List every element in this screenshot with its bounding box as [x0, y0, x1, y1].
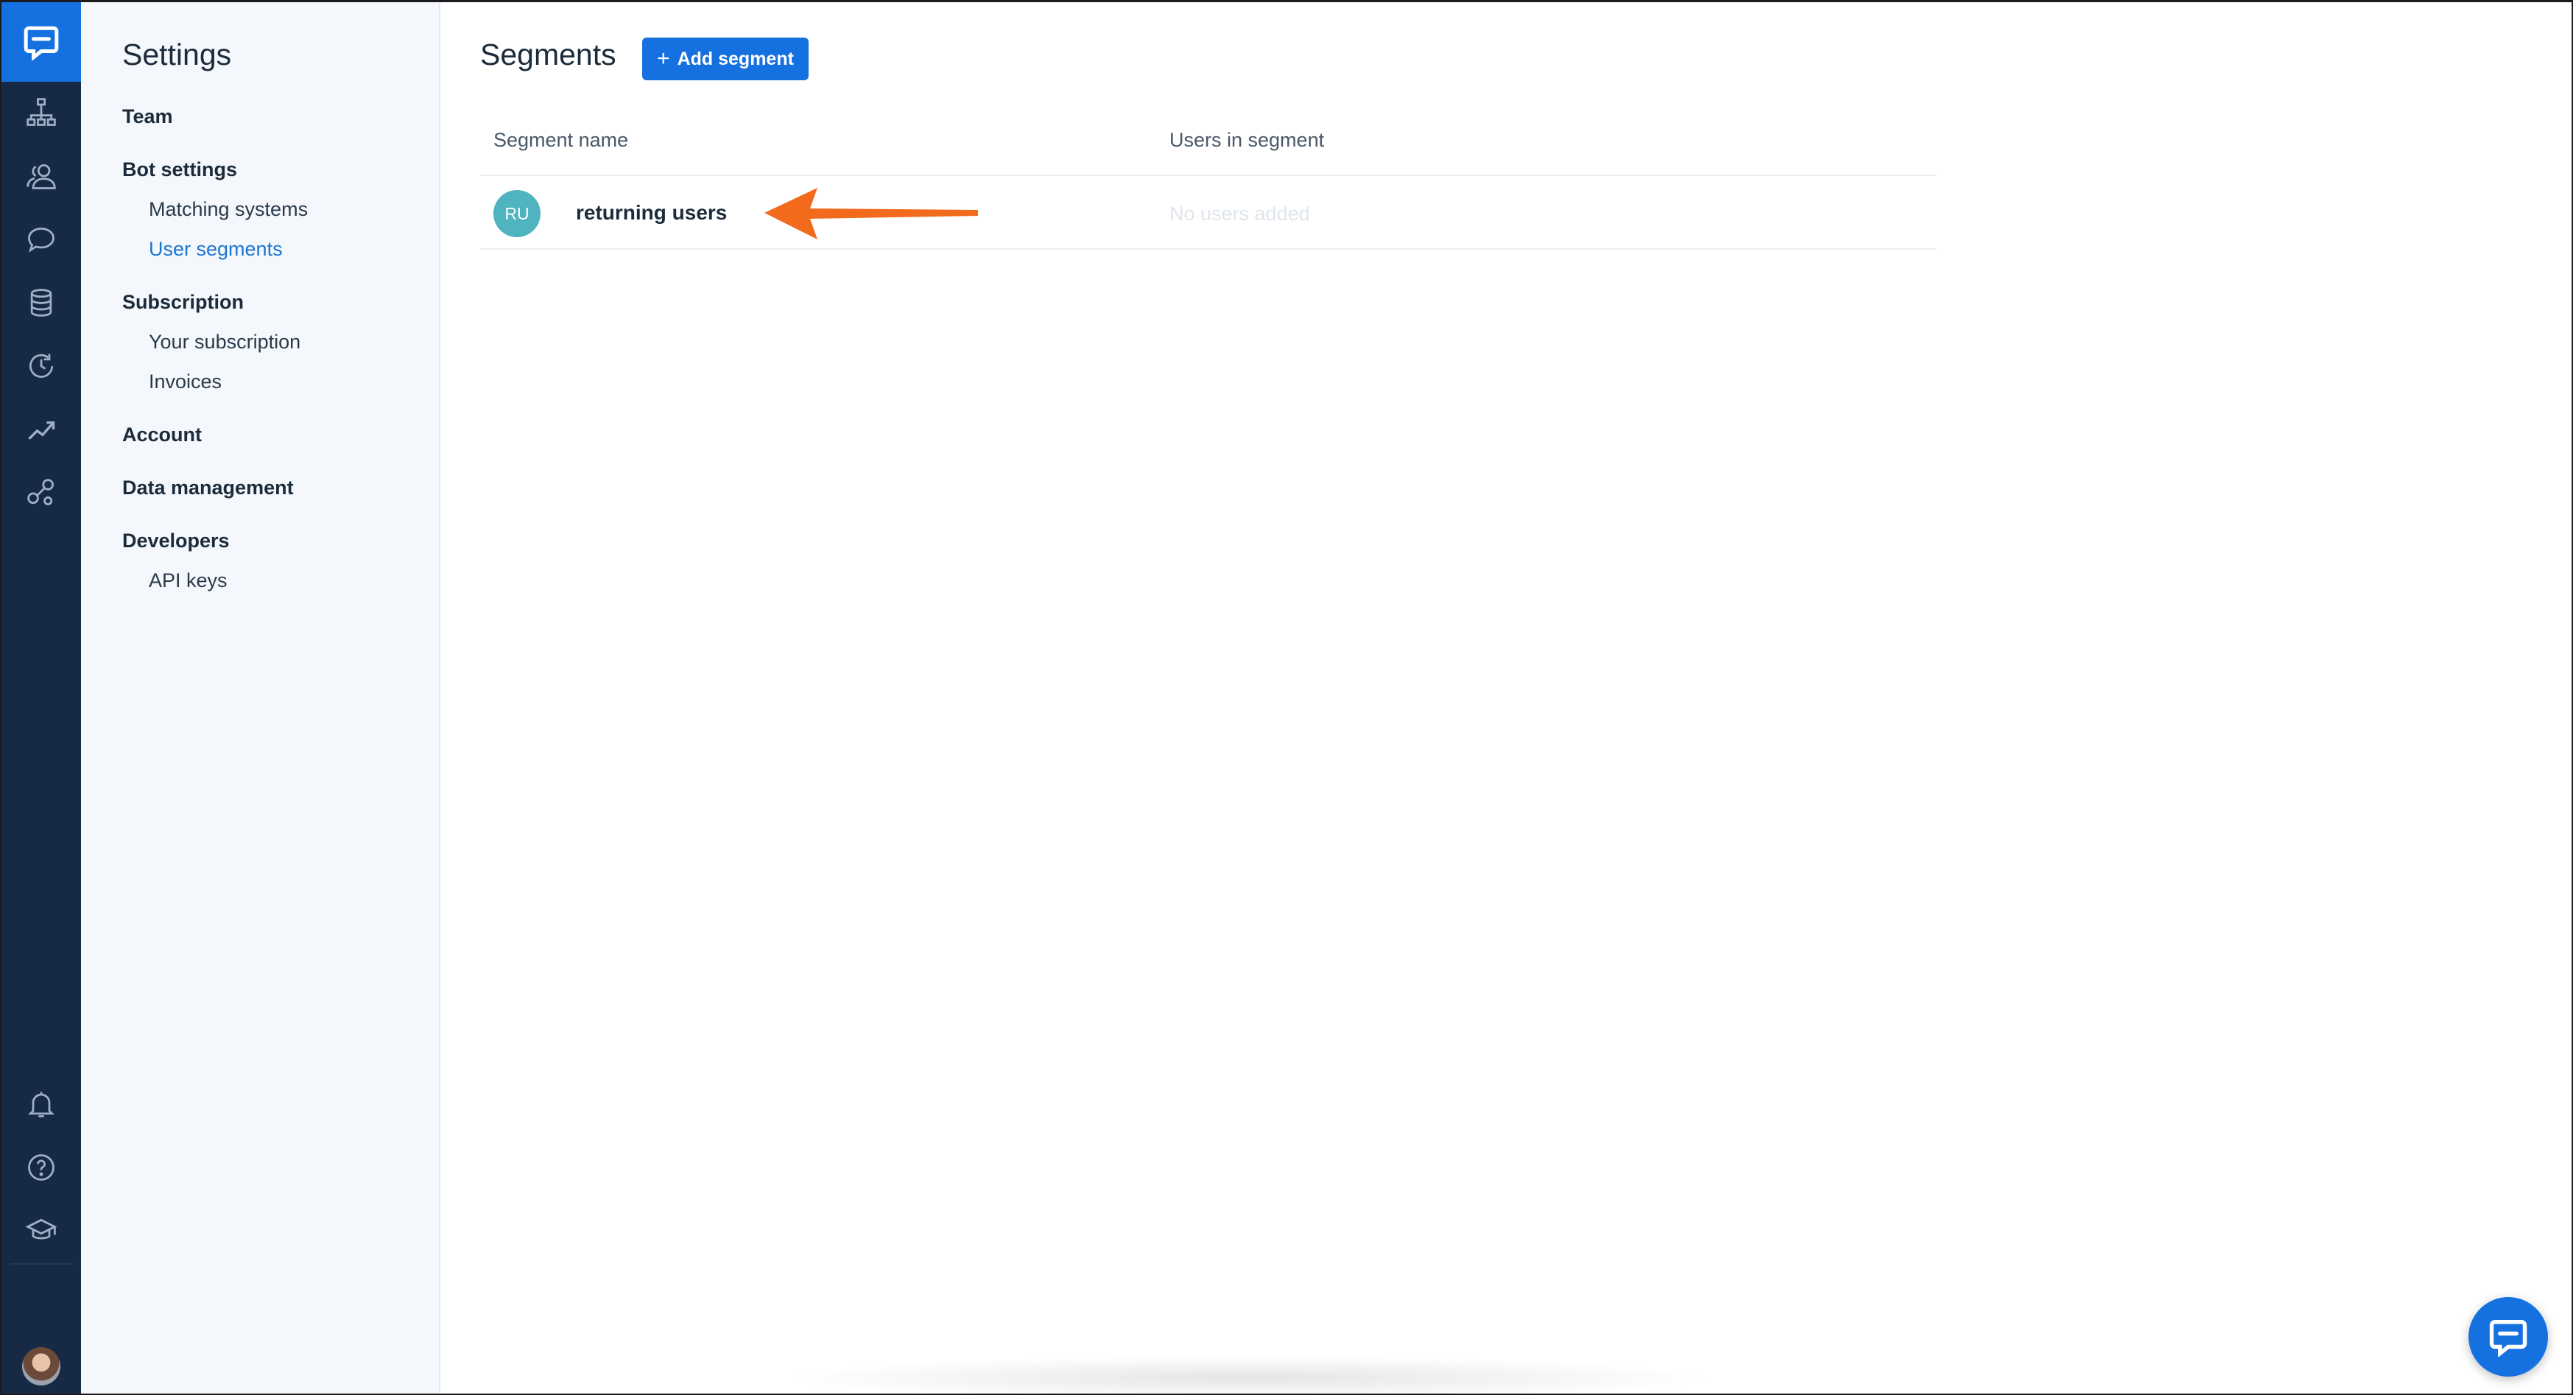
- chat-widget-button[interactable]: [2468, 1297, 2548, 1377]
- settings-title: Settings: [122, 38, 232, 71]
- table-row-divider: [480, 248, 1937, 250]
- main-content: Segments + Add segment Segment name User…: [439, 2, 2572, 1394]
- column-header-segment-name: Segment name: [493, 129, 629, 151]
- help-icon[interactable]: [24, 1150, 59, 1185]
- chat-logo-icon[interactable]: [1, 2, 81, 82]
- page-title: Segments: [480, 38, 616, 71]
- nav-matching-systems[interactable]: Matching systems: [149, 198, 308, 221]
- segment-name[interactable]: returning users: [576, 201, 727, 225]
- nav-data-management[interactable]: Data management: [122, 477, 294, 499]
- nav-subscription[interactable]: Subscription: [122, 291, 244, 314]
- nav-api-keys[interactable]: API keys: [149, 569, 228, 592]
- icon-rail: [1, 2, 81, 1394]
- chat-bubble-icon[interactable]: [24, 222, 59, 257]
- trend-icon[interactable]: [24, 412, 59, 447]
- nav-your-subscription[interactable]: Your subscription: [149, 331, 300, 354]
- add-segment-label: Add segment: [677, 48, 794, 69]
- plus-icon: +: [657, 46, 670, 71]
- org-chart-icon[interactable]: [24, 95, 59, 130]
- user-avatar[interactable]: [22, 1347, 60, 1385]
- column-header-users-in-segment: Users in segment: [1169, 129, 1325, 151]
- rail-divider: [10, 1263, 72, 1265]
- nav-account[interactable]: Account: [122, 424, 202, 446]
- database-icon[interactable]: [24, 285, 59, 320]
- history-icon[interactable]: [24, 348, 59, 384]
- add-segment-button[interactable]: + Add segment: [642, 38, 809, 80]
- segment-avatar: RU: [493, 190, 541, 237]
- chat-icon: [2489, 1320, 2527, 1357]
- bell-icon[interactable]: [24, 1086, 59, 1122]
- table-header-divider: [480, 175, 1937, 176]
- nav-developers[interactable]: Developers: [122, 530, 230, 552]
- users-icon[interactable]: [24, 158, 59, 194]
- settings-sidebar: Settings Team Bot settings Matching syst…: [81, 2, 440, 1394]
- nav-invoices[interactable]: Invoices: [149, 370, 222, 393]
- nav-team[interactable]: Team: [122, 105, 173, 128]
- integrations-icon[interactable]: [24, 475, 59, 510]
- app-window: Settings Team Bot settings Matching syst…: [0, 0, 2573, 1395]
- graduation-cap-icon[interactable]: [24, 1213, 59, 1248]
- annotation-arrow-icon: [764, 188, 978, 239]
- nav-user-segments[interactable]: User segments: [149, 238, 283, 261]
- nav-bot-settings[interactable]: Bot settings: [122, 158, 237, 181]
- segment-user-count: No users added: [1169, 203, 1310, 225]
- bottom-shadow: [778, 1356, 1720, 1394]
